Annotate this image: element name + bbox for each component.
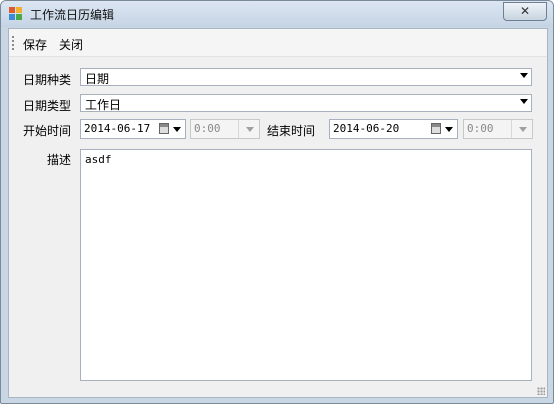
toolbar-grip-icon[interactable] — [12, 36, 14, 50]
title-bar[interactable]: 工作流日历编辑 ✕ — [1, 1, 553, 27]
chevron-down-icon — [173, 127, 181, 132]
start-time-picker[interactable]: 0:00 — [190, 119, 260, 139]
date-kind-label: 日期种类 — [23, 73, 72, 87]
chevron-down-icon — [520, 73, 528, 78]
close-icon: ✕ — [519, 4, 531, 18]
start-date-picker[interactable]: 2014-06-17 — [80, 119, 186, 139]
description-label: 描述 — [47, 153, 72, 167]
date-kind-select[interactable]: 日期 — [80, 68, 532, 86]
close-button[interactable]: 关闭 — [59, 36, 83, 53]
window: 工作流日历编辑 ✕ 保存 关闭 日期种类 日期 日期类型 工作日 开始时间 20… — [0, 0, 554, 404]
calendar-icon — [159, 123, 169, 134]
chevron-down-icon — [520, 99, 528, 104]
form-client-area: 保存 关闭 日期种类 日期 日期类型 工作日 开始时间 2014-06-17 0… — [8, 28, 548, 398]
window-title: 工作流日历编辑 — [30, 8, 115, 22]
description-value: asdf — [85, 153, 112, 166]
chevron-down-icon — [246, 127, 254, 132]
calendar-icon — [431, 123, 441, 134]
date-type-label: 日期类型 — [23, 99, 72, 113]
save-button[interactable]: 保存 — [23, 36, 47, 53]
window-close-button[interactable]: ✕ — [503, 2, 547, 21]
end-time-picker[interactable]: 0:00 — [463, 119, 533, 139]
end-time-label: 结束时间 — [267, 124, 316, 138]
date-type-select[interactable]: 工作日 — [80, 94, 532, 112]
end-date-picker[interactable]: 2014-06-20 — [329, 119, 458, 139]
date-type-value: 工作日 — [85, 98, 122, 112]
chevron-down-icon — [519, 127, 527, 132]
end-time-value: 0:00 — [467, 122, 494, 135]
calendar-app-icon — [9, 7, 23, 21]
chevron-down-icon — [445, 127, 453, 132]
start-date-value: 2014-06-17 — [84, 122, 151, 135]
date-kind-value: 日期 — [85, 72, 110, 86]
start-time-label: 开始时间 — [23, 124, 72, 138]
description-textarea[interactable]: asdf — [80, 149, 532, 381]
start-time-value: 0:00 — [194, 122, 221, 135]
end-date-value: 2014-06-20 — [333, 122, 400, 135]
toolbar: 保存 关闭 — [9, 29, 547, 57]
resize-grip-icon[interactable] — [537, 387, 545, 395]
